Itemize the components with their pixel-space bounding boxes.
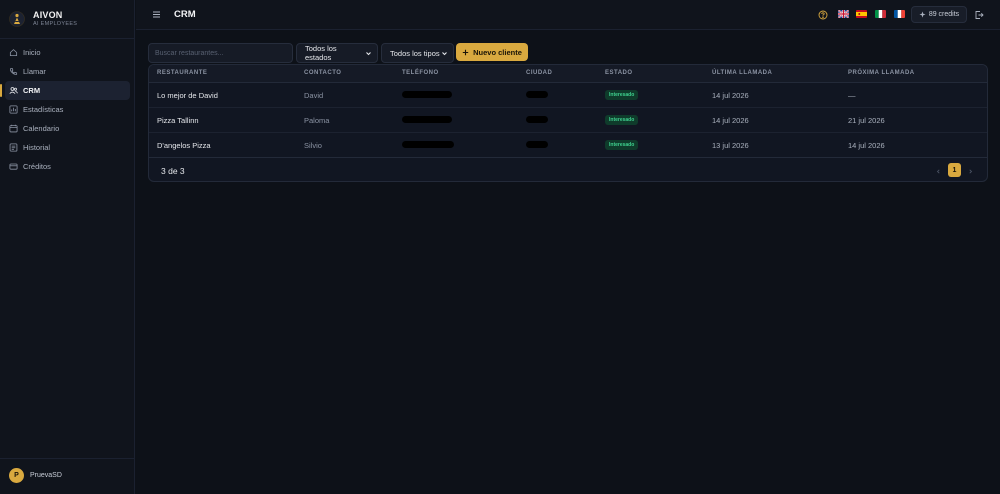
search-input[interactable] bbox=[148, 43, 293, 63]
redacted-city bbox=[526, 116, 548, 123]
pagination-page-button[interactable]: 1 bbox=[948, 163, 961, 177]
sidebar-nav: Inicio Llamar CRM Estadísticas Calendari… bbox=[0, 43, 135, 176]
chevron-left-icon bbox=[936, 168, 940, 174]
results-count: 3 de 3 bbox=[161, 166, 185, 176]
sidebar-item-inicio[interactable]: Inicio bbox=[5, 43, 130, 62]
status-badge: Interesado bbox=[605, 140, 639, 150]
credits-button[interactable]: 89 credits bbox=[911, 6, 967, 23]
column-header-proxima-llamada[interactable]: PRÓXIMA LLAMADA bbox=[848, 70, 915, 76]
chevron-down-icon bbox=[366, 51, 371, 55]
type-filter-label: Todos los tipos bbox=[390, 48, 440, 58]
sidebar-item-label: Inicio bbox=[23, 48, 41, 57]
bar-chart-icon bbox=[9, 105, 18, 114]
contact-name: Silvio bbox=[304, 141, 322, 150]
redacted-phone bbox=[402, 141, 454, 148]
uk-flag-icon[interactable] bbox=[838, 10, 849, 18]
brand[interactable]: AIVON AI EMPLOYEES bbox=[9, 9, 129, 31]
new-client-label: Nuevo cliente bbox=[473, 47, 522, 57]
crm-table-card: RESTAURANTE CONTACTO TELÉFONO CIUDAD EST… bbox=[148, 64, 988, 182]
table-row[interactable]: D'angelos Pizza Silvio Interesado 13 jul… bbox=[149, 133, 987, 158]
status-filter-select[interactable]: Todos los estados bbox=[296, 43, 378, 63]
credit-card-icon bbox=[9, 163, 18, 170]
next-call-date: 14 jul 2026 bbox=[848, 141, 885, 150]
sidebar-item-historial[interactable]: Historial bbox=[5, 138, 130, 157]
column-header-telefono[interactable]: TELÉFONO bbox=[402, 70, 439, 76]
pagination-next-button[interactable] bbox=[964, 164, 976, 178]
users-icon bbox=[9, 87, 18, 94]
column-header-contacto[interactable]: CONTACTO bbox=[304, 70, 341, 76]
chevron-down-icon bbox=[442, 51, 447, 55]
sidebar-item-label: Historial bbox=[23, 143, 51, 152]
sidebar: AIVON AI EMPLOYEES Inicio Llamar CRM Est… bbox=[0, 0, 135, 494]
status-filter-label: Todos los estados bbox=[305, 44, 337, 62]
help-icon[interactable] bbox=[818, 10, 828, 20]
type-filter-select[interactable]: Todos los tipos bbox=[381, 43, 454, 63]
last-call-date: 13 jul 2026 bbox=[712, 141, 749, 150]
next-call-date: — bbox=[848, 91, 856, 100]
restaurant-name: Lo mejor de David bbox=[157, 91, 218, 100]
table-row[interactable]: Pizza Tallinn Paloma Interesado 14 jul 2… bbox=[149, 108, 987, 133]
sidebar-item-label: Estadísticas bbox=[23, 105, 64, 114]
aivon-logo-icon bbox=[9, 11, 25, 27]
column-header-ultima-llamada[interactable]: ÚLTIMA LLAMADA bbox=[712, 70, 772, 76]
credits-label: 89 credits bbox=[928, 11, 960, 18]
chevron-right-icon bbox=[968, 168, 972, 174]
sidebar-item-label: Créditos bbox=[23, 162, 51, 171]
sidebar-divider bbox=[0, 38, 135, 39]
column-header-estado[interactable]: ESTADO bbox=[605, 70, 633, 76]
last-call-date: 14 jul 2026 bbox=[712, 91, 749, 100]
redacted-city bbox=[526, 91, 548, 98]
column-header-ciudad[interactable]: CIUDAD bbox=[526, 70, 552, 76]
table-header: RESTAURANTE CONTACTO TELÉFONO CIUDAD EST… bbox=[149, 65, 987, 83]
page-title: CRM bbox=[174, 9, 196, 20]
home-icon bbox=[9, 49, 18, 57]
brand-name: AIVON bbox=[33, 10, 63, 20]
history-icon bbox=[9, 143, 18, 152]
phone-icon bbox=[10, 67, 18, 75]
sidebar-item-estadisticas[interactable]: Estadísticas bbox=[5, 100, 130, 119]
top-header: CRM 89 credits bbox=[136, 0, 1000, 30]
new-client-button[interactable]: Nuevo cliente bbox=[456, 43, 528, 61]
user-name: PruevaSD bbox=[30, 472, 62, 479]
restaurant-name: Pizza Tallinn bbox=[157, 116, 199, 125]
sidebar-item-calendario[interactable]: Calendario bbox=[5, 119, 130, 138]
spain-flag-icon[interactable] bbox=[856, 10, 867, 18]
contact-name: Paloma bbox=[304, 116, 330, 125]
pagination-prev-button[interactable] bbox=[932, 164, 944, 178]
next-call-date: 21 jul 2026 bbox=[848, 116, 885, 125]
redacted-phone bbox=[402, 116, 452, 123]
user-profile[interactable]: P PruevaSD bbox=[9, 468, 62, 483]
france-flag-icon[interactable] bbox=[894, 10, 905, 18]
sparkle-icon bbox=[919, 11, 926, 18]
menu-icon[interactable] bbox=[151, 9, 162, 20]
restaurant-name: D'angelos Pizza bbox=[157, 141, 211, 150]
logout-icon[interactable] bbox=[974, 10, 984, 20]
italy-flag-icon[interactable] bbox=[875, 10, 886, 18]
sidebar-item-creditos[interactable]: Créditos bbox=[5, 157, 130, 176]
sidebar-item-label: Calendario bbox=[23, 124, 60, 133]
status-badge: Interesado bbox=[605, 115, 639, 125]
plus-icon bbox=[462, 49, 469, 55]
table-row[interactable]: Lo mejor de David David Interesado 14 ju… bbox=[149, 83, 987, 108]
status-badge: Interesado bbox=[605, 90, 639, 100]
column-header-restaurante[interactable]: RESTAURANTE bbox=[157, 70, 207, 76]
redacted-phone bbox=[402, 91, 452, 98]
calendar-icon bbox=[9, 124, 18, 133]
avatar: P bbox=[9, 468, 24, 483]
sidebar-item-llamar[interactable]: Llamar bbox=[5, 62, 130, 81]
sidebar-item-crm[interactable]: CRM bbox=[0, 81, 130, 100]
last-call-date: 14 jul 2026 bbox=[712, 116, 749, 125]
brand-subtitle: AI EMPLOYEES bbox=[33, 21, 78, 27]
sidebar-item-label: CRM bbox=[23, 86, 41, 95]
sidebar-divider bbox=[0, 458, 135, 459]
contact-name: David bbox=[304, 91, 324, 100]
redacted-city bbox=[526, 141, 548, 148]
sidebar-item-label: Llamar bbox=[23, 67, 46, 76]
